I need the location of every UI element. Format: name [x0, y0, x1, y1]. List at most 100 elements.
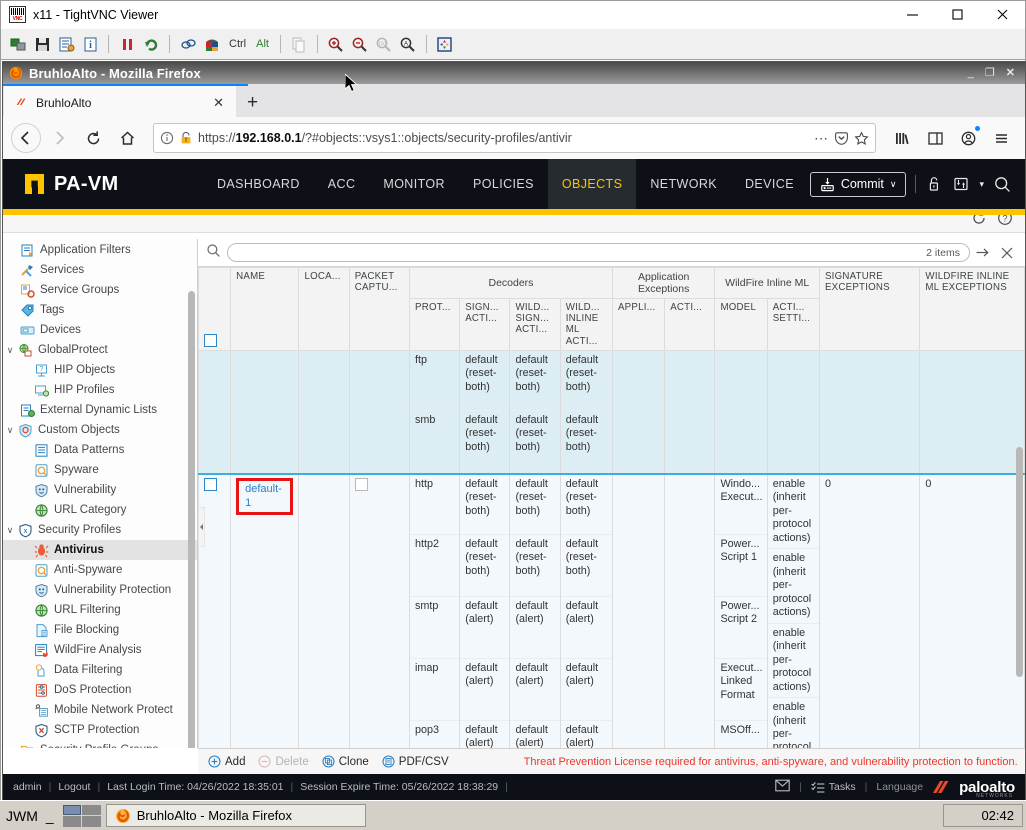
chevron-down-icon[interactable]: ∨	[3, 425, 17, 436]
sidebar-item-application-filters[interactable]: Application Filters	[3, 240, 197, 260]
select-all-checkbox[interactable]	[204, 333, 217, 347]
back-button[interactable]	[11, 123, 41, 153]
email-alerts-icon[interactable]	[775, 779, 790, 795]
alt-key-toggle[interactable]: Alt	[252, 38, 273, 50]
header-wildfire-signature-action[interactable]: WILD... SIGN... ACTI...	[509, 298, 561, 351]
pause-icon[interactable]	[116, 33, 138, 55]
sidebar-item-vulnerability-protection[interactable]: Vulnerability Protection	[3, 580, 197, 600]
sidebar-scrollbar-thumb[interactable]	[188, 291, 195, 748]
refresh-icon[interactable]	[140, 33, 162, 55]
sidebar-item-external-dynamic-lists[interactable]: External Dynamic Lists	[3, 400, 197, 420]
home-button[interactable]	[111, 122, 143, 154]
delete-button[interactable]: Delete	[258, 755, 309, 768]
packet-capture-checkbox[interactable]	[354, 477, 368, 491]
sidebars-icon[interactable]	[919, 122, 951, 154]
send-ctrl-alt-del-icon[interactable]	[177, 33, 199, 55]
commit-button[interactable]: Commit ∨	[809, 171, 907, 197]
header-signature-exceptions[interactable]: SIGNATURE EXCEPTIONS	[818, 267, 921, 351]
vnc-maximize-button[interactable]	[935, 1, 980, 29]
sidebar-item-hip-profiles[interactable]: HIP Profiles	[3, 380, 197, 400]
hamburger-menu-icon[interactable]	[985, 122, 1017, 154]
sidebar-item-security-profile-groups[interactable]: Security Profile Groups	[3, 740, 197, 748]
table-row[interactable]: default-1 http http2 smtp imap pop3 default (r…	[198, 472, 1025, 748]
workspace-4[interactable]	[82, 816, 101, 827]
nav-item-device[interactable]: DEVICE	[731, 159, 808, 209]
table-scrollbar-thumb[interactable]	[1016, 447, 1023, 677]
nav-item-policies[interactable]: POLICIES	[459, 159, 548, 209]
workspace-3[interactable]	[62, 816, 82, 827]
sidebar-item-wildfire-analysis[interactable]: WildFire Analysis	[3, 640, 197, 660]
row-select-checkbox[interactable]	[204, 477, 217, 491]
new-connection-icon[interactable]	[7, 33, 29, 55]
send-ctrl-esc-icon[interactable]	[201, 33, 223, 55]
insecure-warning-icon[interactable]: !	[179, 131, 193, 145]
forward-button[interactable]	[43, 122, 75, 154]
save-connection-icon[interactable]	[31, 33, 53, 55]
bookmark-star-icon[interactable]	[854, 130, 869, 146]
search-field[interactable]: 2 items	[227, 243, 970, 262]
panel-collapse-handle[interactable]	[198, 506, 206, 548]
cell-packet-capture[interactable]	[348, 472, 410, 748]
page-actions-menu-icon[interactable]: ⋯	[814, 131, 829, 145]
new-tab-button[interactable]: +	[236, 93, 269, 112]
sidebar-item-data-filtering[interactable]: Data Filtering	[3, 660, 197, 680]
zoom-out-icon[interactable]	[349, 33, 371, 55]
nav-item-monitor[interactable]: MONITOR	[369, 159, 459, 209]
header-location[interactable]: LOCA...	[298, 267, 350, 351]
clone-button[interactable]: Clone	[322, 755, 369, 768]
logout-link[interactable]: Logout	[58, 781, 90, 793]
zoom-auto-icon[interactable]: A	[397, 33, 419, 55]
pdf-csv-button[interactable]: PDF/CSV	[382, 755, 449, 768]
sidebar-item-sctp-protection[interactable]: SCTP Protection	[3, 720, 197, 740]
sidebar-item-file-blocking[interactable]: File Blocking	[3, 620, 197, 640]
header-model[interactable]: MODEL	[714, 298, 768, 351]
clear-filter-icon[interactable]	[995, 246, 1019, 260]
header-protocol[interactable]: PROT...	[408, 298, 461, 351]
sidebar-item-anti-spyware[interactable]: Anti-Spyware	[3, 560, 197, 580]
sidebar-item-devices[interactable]: Devices	[3, 320, 197, 340]
fullscreen-icon[interactable]	[434, 33, 456, 55]
reload-button[interactable]	[77, 122, 109, 154]
zoom-100-icon[interactable]: 100	[373, 33, 395, 55]
sidebar-item-tags[interactable]: Tags	[3, 300, 197, 320]
tasks-button[interactable]: Tasks	[811, 781, 856, 794]
workspace-1[interactable]	[62, 804, 82, 815]
search-icon[interactable]	[993, 175, 1012, 194]
chevron-down-icon[interactable]: ∨	[3, 345, 17, 356]
nav-item-acc[interactable]: ACC	[314, 159, 370, 209]
sidebar-item-url-category[interactable]: URL Category	[3, 500, 197, 520]
transfer-files-icon[interactable]	[288, 33, 310, 55]
header-application[interactable]: APPLI...	[611, 298, 666, 351]
sidebar-item-antivirus[interactable]: Antivirus	[3, 540, 197, 560]
cell-name[interactable]: default-1	[230, 472, 300, 748]
vnc-minimize-button[interactable]	[890, 1, 935, 29]
sidebar-item-spyware[interactable]: Spyware	[3, 460, 197, 480]
sidebar-item-vulnerability[interactable]: Vulnerability	[3, 480, 197, 500]
header-action-setting[interactable]: ACTI... SETTI...	[766, 298, 820, 351]
library-icon[interactable]	[886, 122, 918, 154]
page-info-icon[interactable]	[160, 131, 174, 145]
account-icon[interactable]	[952, 122, 984, 154]
nav-item-dashboard[interactable]: DASHBOARD	[203, 159, 314, 209]
firefox-minimize-button[interactable]: _	[968, 67, 974, 79]
chevron-down-icon[interactable]: ▾	[979, 179, 984, 190]
header-app-action[interactable]: ACTI...	[664, 298, 716, 351]
workspace-2[interactable]	[82, 804, 101, 815]
close-tab-icon[interactable]: ✕	[209, 95, 228, 111]
zoom-in-icon[interactable]	[325, 33, 347, 55]
objects-sidebar[interactable]: Application Filters Services Service Group…	[3, 239, 198, 748]
sidebar-item-dos-protection[interactable]: DoS Protection	[3, 680, 197, 700]
vnc-close-button[interactable]	[980, 1, 1025, 29]
jwm-menu-button[interactable]: JWM	[3, 808, 41, 824]
sidebar-item-data-patterns[interactable]: Data Patterns	[3, 440, 197, 460]
header-signature-action[interactable]: SIGN... ACTI...	[459, 298, 511, 351]
sidebar-item-mobile-network-protect[interactable]: Mobile Network Protect	[3, 700, 197, 720]
workspace-pager[interactable]	[62, 804, 101, 827]
save-to-pocket-icon[interactable]	[834, 131, 849, 146]
jwm-minimize-button[interactable]: _	[46, 808, 58, 824]
connection-info-icon[interactable]: i	[79, 33, 101, 55]
sidebar-item-hip-objects[interactable]: ? HIP Objects	[3, 360, 197, 380]
browser-tab[interactable]: BruhloAlto ✕	[4, 86, 236, 117]
sidebar-item-globalprotect[interactable]: ∨ GlobalProtect	[3, 340, 197, 360]
sidebar-item-security-profiles[interactable]: ∨ x Security Profiles	[3, 520, 197, 540]
